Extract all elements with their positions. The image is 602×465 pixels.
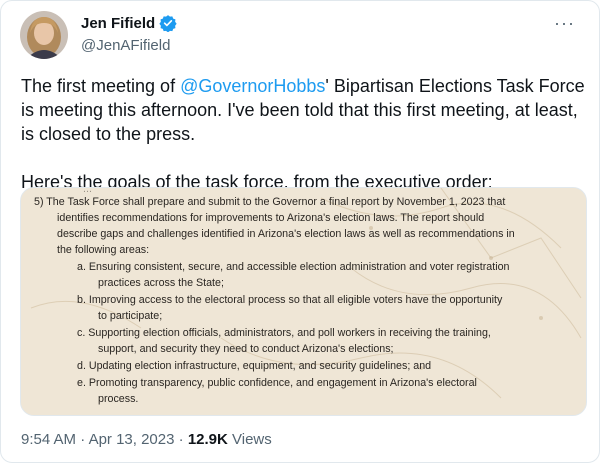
- doc-item-e: e. Promoting transparency, public confid…: [77, 377, 477, 389]
- doc-line-1: 5) The Task Force shall prepare and subm…: [34, 196, 506, 208]
- author-display-name[interactable]: Jen Fifield: [81, 15, 155, 32]
- doc-item-b: b. Improving access to the electoral pro…: [77, 294, 503, 306]
- doc-item-d: d. Updating election infrastructure, equ…: [77, 360, 432, 372]
- doc-item-a: a. Ensuring consistent, secure, and acce…: [77, 261, 510, 273]
- tweet-meta: 9:54 AM · Apr 13, 2023 · 12.9K Views: [21, 431, 272, 448]
- views-label: Views: [227, 431, 272, 448]
- doc-item-a-cont: practices across the State;: [98, 277, 224, 289]
- meta-separator: ·: [76, 431, 89, 448]
- tweet-text-pre: The first meeting of: [21, 76, 181, 96]
- verified-badge-icon: [159, 15, 177, 32]
- attached-image[interactable]: ... 5) The Task Force shall prepare and …: [20, 187, 587, 416]
- tweet-card: Jen Fifield @JenAFifield ··· The first m…: [0, 0, 600, 463]
- avatar[interactable]: [20, 11, 68, 59]
- doc-item-c-cont: support, and security they need to condu…: [98, 343, 394, 355]
- author-handle[interactable]: @JenAFifield: [81, 37, 170, 54]
- more-options-icon[interactable]: ···: [554, 13, 575, 34]
- doc-item-e-cont: process.: [98, 393, 139, 405]
- doc-item-c: c. Supporting election officials, admini…: [77, 327, 491, 339]
- meta-separator: ·: [174, 431, 188, 448]
- doc-line-2: identifies recommendations for improveme…: [57, 212, 485, 224]
- tweet-text: The first meeting of @GovernorHobbs' Bip…: [21, 74, 586, 194]
- tweet-date[interactable]: Apr 13, 2023: [89, 431, 175, 448]
- doc-item-b-cont: to participate;: [98, 310, 163, 322]
- avatar-photo-icon: [20, 11, 68, 59]
- views-count[interactable]: 12.9K: [188, 431, 228, 448]
- mention-link[interactable]: @GovernorHobbs: [180, 76, 325, 96]
- tweet-paragraph-1: The first meeting of @GovernorHobbs' Bip…: [21, 74, 586, 146]
- doc-line-3: describe gaps and challenges identified …: [57, 228, 515, 240]
- doc-line-4: the following areas:: [57, 244, 150, 256]
- tweet-time[interactable]: 9:54 AM: [21, 431, 76, 448]
- author-name-row[interactable]: Jen Fifield: [81, 14, 177, 32]
